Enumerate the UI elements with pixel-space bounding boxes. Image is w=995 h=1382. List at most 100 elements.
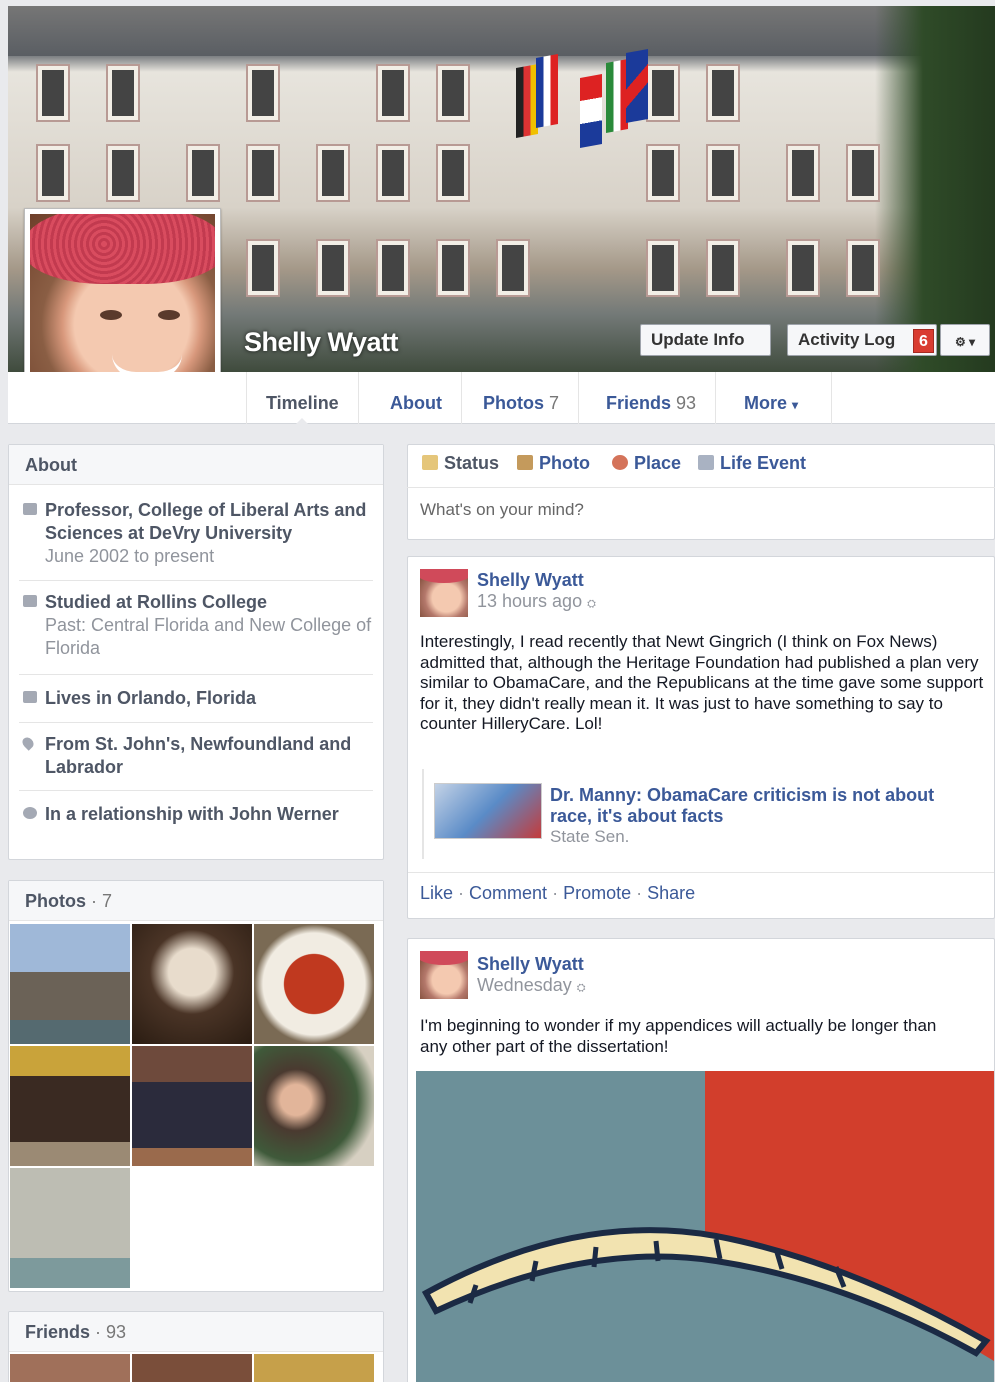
settings-gear-button[interactable]: ⚙ ▾ (940, 324, 990, 356)
house-icon (23, 691, 37, 703)
cover-window (378, 241, 408, 295)
post-timestamp[interactable]: Wednesday (477, 975, 572, 995)
shared-link-thumbnail (434, 783, 542, 839)
cover-window (188, 146, 218, 200)
heart-icon (23, 807, 37, 819)
tab-about[interactable]: About (371, 372, 462, 424)
timeline-post: Shelly Wyatt 13 hours ago ⛭ Interestingl… (407, 556, 995, 919)
tab-friends[interactable]: Friends 93 (587, 372, 717, 424)
photo-thumbnail[interactable] (254, 924, 374, 1044)
cover-window (378, 146, 408, 200)
cover-window (648, 66, 678, 120)
activity-log-badge: 6 (913, 329, 934, 353)
cover-window (248, 241, 278, 295)
about-lives-in: Lives in Orlando, Florida (19, 687, 373, 723)
composer-tab-photo[interactable]: Photo (517, 453, 590, 474)
graduation-cap-icon (23, 595, 37, 607)
privacy-icon[interactable]: ⛭ (577, 982, 586, 994)
post-author-name[interactable]: Shelly Wyatt (477, 954, 586, 975)
cover-window (108, 66, 138, 120)
photo-icon (517, 455, 533, 470)
about-work: Professor, College of Liberal Arts and S… (19, 499, 373, 581)
photo-thumbnail[interactable] (132, 1046, 252, 1166)
cover-window (788, 241, 818, 295)
about-box: About Professor, College of Liberal Arts… (8, 444, 384, 860)
photos-title[interactable]: Photos · 7 (9, 881, 383, 921)
cover-window (318, 241, 348, 295)
cover-window (788, 146, 818, 200)
cover-trees (875, 6, 995, 372)
shared-link[interactable]: Dr. Manny: ObamaCare criticism is not ab… (422, 769, 982, 859)
cover-window (38, 146, 68, 200)
about-title[interactable]: About (9, 445, 383, 485)
friend-thumbnail[interactable] (10, 1354, 130, 1382)
update-info-button[interactable]: Update Info (640, 324, 771, 356)
briefcase-icon (23, 503, 37, 515)
composer-tab-place[interactable]: Place (612, 453, 681, 474)
life-event-icon (698, 455, 714, 470)
post-timestamp[interactable]: 13 hours ago (477, 591, 582, 611)
cover-window (648, 241, 678, 295)
cover-window (648, 146, 678, 200)
profile-name[interactable]: Shelly Wyatt (244, 327, 399, 358)
cover-flag (580, 74, 602, 148)
cover-window (38, 66, 68, 120)
cover-window (848, 241, 878, 295)
cover-flag (606, 59, 628, 133)
place-icon (612, 455, 628, 470)
friends-title[interactable]: Friends · 93 (9, 1312, 383, 1352)
post-text: I'm beginning to wonder if my appendices… (420, 1016, 937, 1056)
photo-thumbnail[interactable] (10, 1168, 130, 1288)
post-author-avatar[interactable] (420, 951, 468, 999)
tab-photos[interactable]: Photos 7 (464, 372, 580, 424)
about-education: Studied at Rollins College Past: Central… (19, 591, 373, 675)
composer-tab-status[interactable]: Status (422, 453, 499, 474)
privacy-icon[interactable]: ⛭ (587, 598, 596, 610)
status-input[interactable]: What's on your mind? (420, 500, 584, 520)
cover-roof (8, 6, 995, 56)
promote-link[interactable]: Promote (563, 883, 631, 903)
like-link[interactable]: Like (420, 883, 453, 903)
cover-window (378, 66, 408, 120)
status-icon (422, 455, 438, 470)
cover-window (318, 146, 348, 200)
shared-link-source: State Sen. (550, 827, 630, 846)
post-actions: Like · Comment · Promote · Share (408, 872, 994, 914)
post-image[interactable] (416, 1071, 994, 1382)
photo-thumbnail[interactable] (132, 924, 252, 1044)
cover-window (438, 66, 468, 120)
friend-thumbnail[interactable] (132, 1354, 252, 1382)
cover-window (438, 146, 468, 200)
photo-thumbnail[interactable] (10, 924, 130, 1044)
composer-tab-life-event[interactable]: Life Event (698, 453, 806, 474)
photo-thumbnail[interactable] (10, 1046, 130, 1166)
cover-window (708, 146, 738, 200)
cover-window (438, 241, 468, 295)
cover-window (498, 241, 528, 295)
cover-window (108, 146, 138, 200)
comment-link[interactable]: Comment (469, 883, 547, 903)
caret-down-icon: ▾ (792, 398, 799, 412)
cover-flag (626, 49, 648, 123)
cover-window (848, 146, 878, 200)
post-author-name[interactable]: Shelly Wyatt (477, 570, 596, 591)
cover-window (248, 146, 278, 200)
cover-flag (536, 54, 558, 128)
shared-link-title[interactable]: Dr. Manny: ObamaCare criticism is not ab… (550, 785, 980, 827)
share-link[interactable]: Share (647, 883, 695, 903)
composer-divider (407, 487, 995, 488)
gear-icon: ⚙ ▾ (954, 335, 976, 349)
post-author-avatar[interactable] (420, 569, 468, 617)
cover-flag (516, 64, 538, 138)
cover-window (708, 66, 738, 120)
photo-thumbnail[interactable] (254, 1046, 374, 1166)
tab-more[interactable]: More ▾ (725, 372, 832, 424)
post-text: Interestingly, I read recently that Newt… (420, 632, 984, 734)
about-relationship: In a relationship with John Werner (19, 803, 373, 853)
cover-window (708, 241, 738, 295)
cover-window (248, 66, 278, 120)
tab-timeline[interactable]: Timeline (246, 372, 359, 425)
post-image-art (416, 1227, 994, 1382)
map-pin-icon (20, 735, 36, 751)
friend-thumbnail[interactable] (254, 1354, 374, 1382)
